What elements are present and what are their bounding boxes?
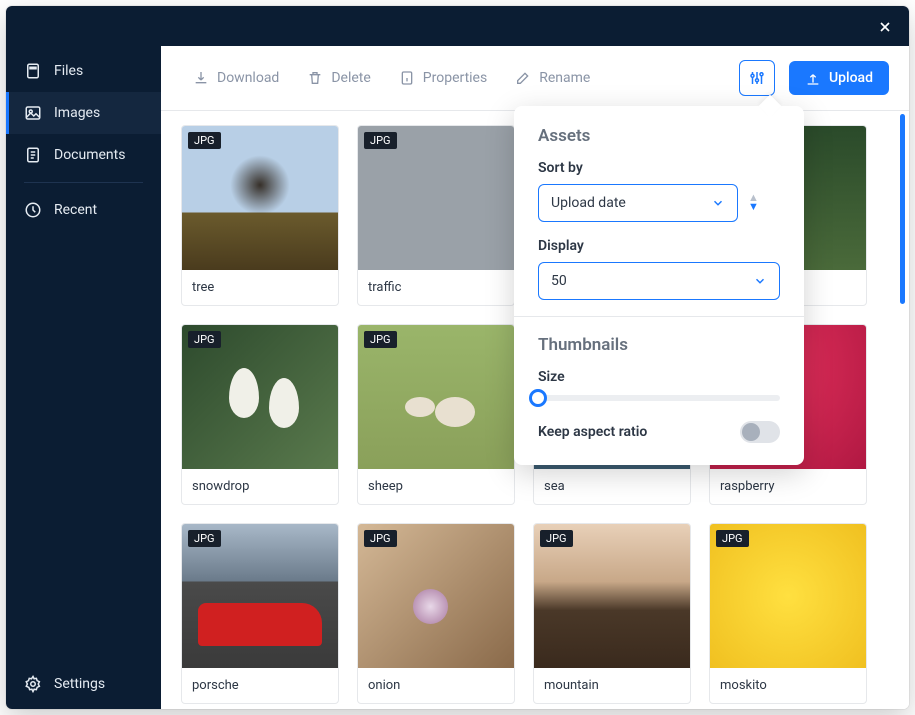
display-label: Display <box>538 238 780 254</box>
asset-name: porsche <box>182 668 338 703</box>
sidebar-item-recent[interactable]: Recent <box>6 189 161 231</box>
popover-thumbs-title: Thumbnails <box>538 335 780 355</box>
rename-button[interactable]: Rename <box>503 62 602 94</box>
asset-thumbnail: JPG <box>182 126 338 270</box>
sidebar-item-label: Recent <box>54 202 97 218</box>
asset-name: tree <box>182 270 338 305</box>
display-count-select[interactable]: 50 <box>538 262 780 300</box>
asset-thumbnail: JPG <box>358 126 514 270</box>
asset-card[interactable]: JPG porsche <box>181 523 339 704</box>
asset-name: mountain <box>534 668 690 703</box>
delete-button[interactable]: Delete <box>295 62 382 94</box>
settings-label: Settings <box>54 676 105 692</box>
sidebar-item-images[interactable]: Images <box>6 92 161 134</box>
thumbnail-size-slider[interactable] <box>538 395 780 401</box>
sort-by-select[interactable]: Upload date <box>538 184 738 222</box>
asset-card[interactable]: JPG traffic <box>357 125 515 306</box>
asset-name: snowdrop <box>182 469 338 504</box>
info-icon <box>399 70 415 86</box>
aspect-ratio-label: Keep aspect ratio <box>538 424 647 440</box>
chevron-down-icon <box>753 274 767 288</box>
top-strip <box>161 6 909 46</box>
upload-button[interactable]: Upload <box>789 61 889 95</box>
popover-divider <box>514 316 804 317</box>
close-icon <box>877 19 893 35</box>
close-button[interactable] <box>877 16 893 41</box>
sidebar-item-label: Files <box>54 63 83 79</box>
format-badge: JPG <box>540 530 573 547</box>
sidebar-divider <box>24 182 143 183</box>
pencil-icon <box>515 70 531 86</box>
asset-name: traffic <box>358 270 514 305</box>
format-badge: JPG <box>188 331 221 348</box>
format-badge: JPG <box>364 331 397 348</box>
asset-thumbnail: JPG <box>182 325 338 469</box>
size-label: Size <box>538 369 780 385</box>
asset-card[interactable]: JPG snowdrop <box>181 324 339 505</box>
asset-name: moskito <box>710 668 866 703</box>
asset-name: sea <box>534 469 690 504</box>
sidebar-item-label: Documents <box>54 147 125 163</box>
asset-name: raspberry <box>710 469 866 504</box>
image-icon <box>24 104 42 122</box>
aspect-ratio-toggle[interactable] <box>740 421 780 443</box>
format-badge: JPG <box>188 530 221 547</box>
asset-thumbnail: JPG <box>358 524 514 668</box>
format-badge: JPG <box>188 132 221 149</box>
delete-label: Delete <box>331 70 370 86</box>
upload-icon <box>805 70 821 86</box>
download-button[interactable]: Download <box>181 62 291 94</box>
sidebar-item-label: Images <box>54 105 100 121</box>
sidebar-item-documents[interactable]: Documents <box>6 134 161 176</box>
documents-icon <box>24 146 42 164</box>
view-options-popover: Assets Sort by Upload date ▲ ▼ Display 5… <box>514 106 804 465</box>
asset-card[interactable]: JPG moskito <box>709 523 867 704</box>
upload-label: Upload <box>829 70 873 86</box>
asset-card[interactable]: JPG mountain <box>533 523 691 704</box>
properties-label: Properties <box>423 70 487 86</box>
files-icon <box>24 62 42 80</box>
asset-thumbnail: JPG <box>534 524 690 668</box>
sort-by-label: Sort by <box>538 160 780 176</box>
sort-direction-toggle[interactable]: ▲ ▼ <box>748 194 759 212</box>
sidebar-item-files[interactable]: Files <box>6 50 161 92</box>
asset-card[interactable]: JPG sheep <box>357 324 515 505</box>
asset-thumbnail: JPG <box>182 524 338 668</box>
asset-name: sheep <box>358 469 514 504</box>
asset-name: onion <box>358 668 514 703</box>
asset-thumbnail: JPG <box>358 325 514 469</box>
sidebar-settings[interactable]: Settings <box>6 659 161 709</box>
sort-by-value: Upload date <box>551 195 626 211</box>
gear-icon <box>24 675 42 693</box>
sliders-icon <box>748 69 766 87</box>
asset-card[interactable]: JPG onion <box>357 523 515 704</box>
toolbar: Download Delete Properties Rename <box>161 46 909 111</box>
scrollbar[interactable] <box>900 114 905 304</box>
format-badge: JPG <box>716 530 749 547</box>
sort-desc-icon: ▼ <box>748 203 759 212</box>
asset-card[interactable]: JPG tree <box>181 125 339 306</box>
view-options-button[interactable] <box>739 60 775 96</box>
asset-thumbnail: JPG <box>710 524 866 668</box>
rename-label: Rename <box>539 70 590 86</box>
trash-icon <box>307 70 323 86</box>
sidebar: Files Images Documents Recent Settings <box>6 6 161 709</box>
slider-thumb[interactable] <box>529 389 547 407</box>
popover-assets-title: Assets <box>538 126 780 146</box>
format-badge: JPG <box>364 530 397 547</box>
display-value: 50 <box>551 273 567 289</box>
download-label: Download <box>217 70 279 86</box>
download-icon <box>193 70 209 86</box>
properties-button[interactable]: Properties <box>387 62 499 94</box>
format-badge: JPG <box>364 132 397 149</box>
clock-icon <box>24 201 42 219</box>
chevron-down-icon <box>711 196 725 210</box>
